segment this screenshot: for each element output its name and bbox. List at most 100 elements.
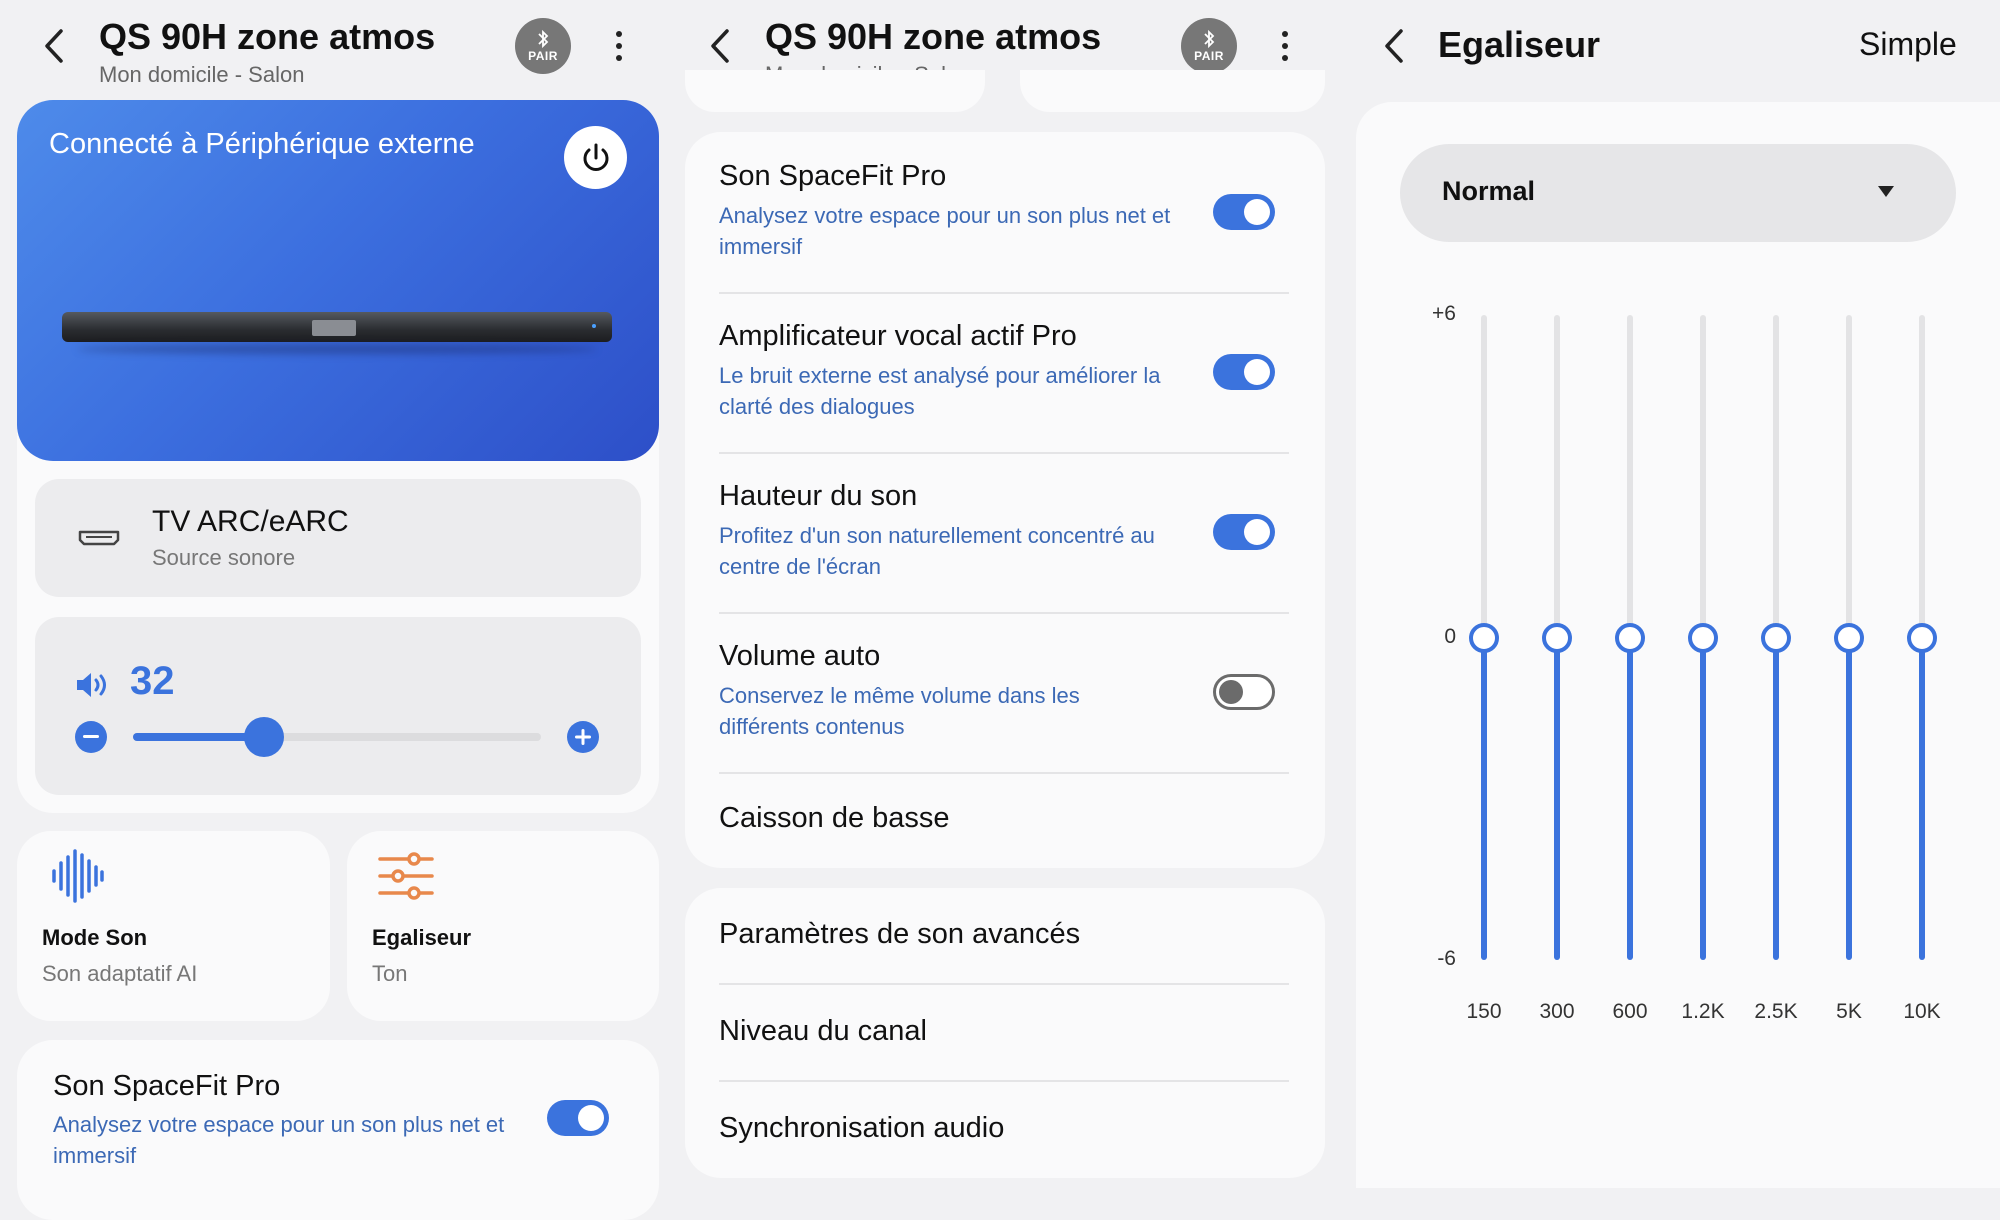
setting-row-audio-sync[interactable]: Synchronisation audio — [685, 1082, 1325, 1177]
setting-row-voice-amplifier[interactable]: Amplificateur vocal actif Pro Le bruit e… — [685, 308, 1325, 452]
divider — [719, 772, 1289, 774]
sound-mode-title: Mode Son — [42, 925, 148, 950]
eq-band-fill — [1919, 637, 1925, 960]
setting-row-sound-height[interactable]: Hauteur du son Profitez d'un son naturel… — [685, 468, 1325, 612]
minus-icon — [83, 735, 99, 738]
volume-value: 32 — [130, 659, 175, 703]
sound-mode-subtitle: Son adaptatif AI — [42, 961, 198, 986]
setting-desc: Analysez votre espace pour un son plus n… — [719, 203, 1171, 259]
back-button[interactable] — [700, 16, 740, 76]
eq-band-fill — [1554, 637, 1560, 960]
equalizer-sliders-icon — [378, 852, 434, 900]
setting-desc: Conservez le même volume dans les différ… — [719, 683, 1080, 739]
setting-title: Paramètres de son avancés — [719, 918, 1081, 950]
chevron-left-icon — [1385, 29, 1403, 63]
spacefit-title: Son SpaceFit Pro — [53, 1070, 281, 1102]
setting-title: Niveau du canal — [719, 1015, 927, 1047]
scrolled-card-edge — [685, 70, 985, 112]
eq-band-fill — [1627, 637, 1633, 960]
soundbar-image — [62, 312, 612, 342]
waveform-icon — [52, 849, 104, 903]
setting-row-spacefit[interactable]: Son SpaceFit Pro Analysez votre espace p… — [685, 148, 1325, 292]
scrolled-card-edge — [1020, 70, 1325, 112]
eq-band-handle[interactable] — [1907, 622, 1937, 653]
eq-band-frequency-label: 600 — [1612, 1000, 1648, 1023]
chevron-left-icon — [711, 29, 729, 63]
page-subtitle: Mon domicile - Salon — [99, 62, 305, 87]
source-subtitle: Source sonore — [152, 545, 296, 570]
setting-title: Hauteur du son — [719, 480, 918, 512]
back-button[interactable] — [34, 16, 74, 76]
setting-desc: Le bruit externe est analysé pour amélio… — [719, 363, 1161, 419]
speaker-icon — [77, 673, 106, 697]
page-title: Egaliseur — [1438, 24, 1601, 65]
eq-band-frequency-label: 2.5K — [1754, 1000, 1798, 1023]
eq-band-fill — [1481, 637, 1487, 960]
power-icon — [583, 143, 608, 171]
equalizer-chart: +6 0 -6 150 300 600 1.2K 2.5K 5K 10K — [1356, 102, 2000, 1188]
eq-band-frequency-label: 10K — [1903, 1000, 1941, 1023]
eq-band-fill — [1700, 637, 1706, 960]
volume-up-button[interactable] — [567, 721, 599, 753]
pair-label: PAIR — [1194, 49, 1224, 63]
db-label-min: -6 — [1437, 947, 1456, 970]
volume-panel: 32 — [35, 617, 641, 795]
bluetooth-pair-button[interactable]: PAIR — [515, 18, 571, 74]
setting-title: Son SpaceFit Pro — [719, 160, 947, 192]
eq-band-handle[interactable] — [1688, 622, 1718, 653]
sound-mode-tile[interactable]: Mode Son Son adaptatif AI — [17, 831, 330, 1021]
eq-band-handle[interactable] — [1469, 622, 1499, 653]
setting-title: Synchronisation audio — [719, 1112, 1005, 1144]
bluetooth-icon — [538, 29, 549, 49]
equalizer-subtitle: Ton — [372, 961, 408, 986]
eq-band-handle[interactable] — [1542, 622, 1572, 653]
setting-title: Volume auto — [719, 640, 881, 672]
eq-band-handle[interactable] — [1834, 622, 1864, 653]
setting-row-auto-volume[interactable]: Volume auto Conservez le même volume dan… — [685, 628, 1325, 772]
chevron-left-icon — [45, 29, 63, 63]
spacefit-desc: Analysez votre espace pour un son plus n… — [53, 1112, 505, 1168]
plus-icon — [575, 729, 591, 745]
divider — [719, 292, 1289, 294]
db-label-zero: 0 — [1444, 625, 1456, 648]
voice-amplifier-toggle[interactable] — [1213, 354, 1275, 390]
eq-band-handle[interactable] — [1761, 622, 1791, 653]
advanced-settings-card: Paramètres de son avancés Niveau du cana… — [685, 888, 1325, 1178]
back-button[interactable] — [1374, 16, 1414, 76]
setting-row-channel-level[interactable]: Niveau du canal — [685, 985, 1325, 1080]
setting-title: Amplificateur vocal actif Pro — [719, 320, 1077, 352]
bluetooth-pair-button[interactable]: PAIR — [1181, 18, 1237, 74]
power-button[interactable] — [564, 126, 627, 189]
connection-status: Connecté à Périphérique externe — [49, 128, 475, 160]
more-options-button[interactable] — [607, 21, 631, 71]
device-hero[interactable]: Connecté à Périphérique externe — [17, 100, 659, 461]
divider — [719, 452, 1289, 454]
source-selector[interactable]: TV ARC/eARC Source sonore — [35, 479, 641, 597]
eq-band-handle[interactable] — [1615, 622, 1645, 653]
db-label-max: +6 — [1432, 302, 1456, 325]
volume-down-button[interactable] — [75, 721, 107, 753]
volume-slider-handle[interactable] — [243, 717, 284, 757]
equalizer-card: Normal +6 0 -6 150 300 600 1.2K 2.5K 5K 10K — [1356, 102, 2000, 1188]
eq-band-frequency-label: 1.2K — [1681, 1000, 1725, 1023]
spacefit-toggle[interactable] — [547, 1100, 609, 1136]
sound-settings-card: Son SpaceFit Pro Analysez votre espace p… — [685, 132, 1325, 868]
eq-band-frequency-label: 5K — [1836, 1000, 1862, 1023]
page-title: QS 90H zone atmos — [99, 16, 436, 57]
setting-desc: Profitez d'un son naturellement concentr… — [719, 523, 1155, 579]
simple-mode-button[interactable]: Simple — [1859, 26, 1957, 63]
eq-band-fill — [1846, 637, 1852, 960]
sound-height-toggle[interactable] — [1213, 514, 1275, 550]
equalizer-tile[interactable]: Egaliseur Ton — [347, 831, 659, 1021]
spacefit-toggle[interactable] — [1213, 194, 1275, 230]
setting-row-advanced-sound[interactable]: Paramètres de son avancés — [685, 888, 1325, 983]
pair-label: PAIR — [528, 49, 558, 63]
eq-band-frequency-label: 150 — [1466, 1000, 1502, 1023]
eq-band-frequency-label: 300 — [1539, 1000, 1575, 1023]
auto-volume-toggle[interactable] — [1213, 674, 1275, 710]
volume-slider[interactable] — [133, 717, 541, 757]
spacefit-card[interactable]: Son SpaceFit Pro Analysez votre espace p… — [17, 1040, 659, 1220]
setting-row-subwoofer[interactable]: Caisson de basse — [685, 780, 1325, 860]
more-options-button[interactable] — [1273, 21, 1297, 71]
source-title: TV ARC/eARC — [152, 505, 349, 538]
